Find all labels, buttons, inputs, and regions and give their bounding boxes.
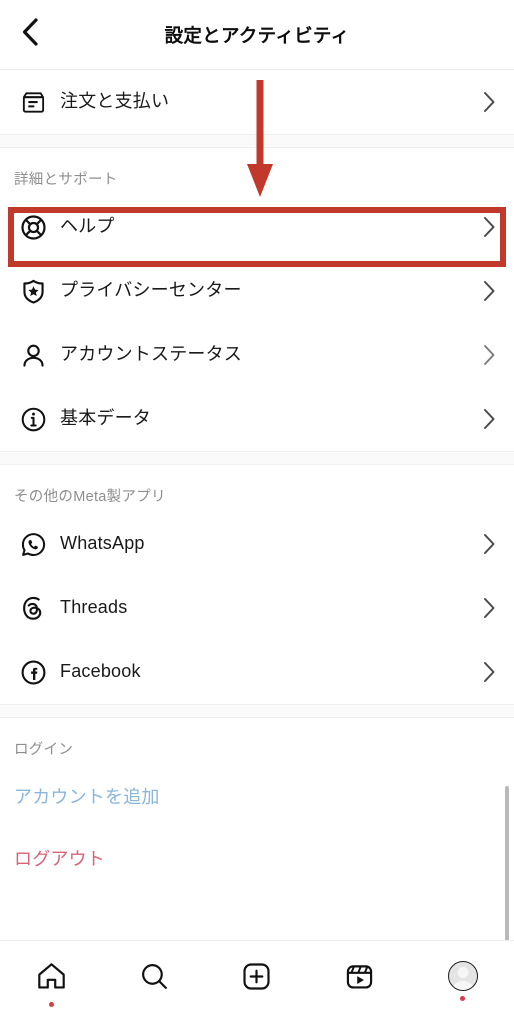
nav-item-search[interactable] (103, 961, 206, 1011)
chevron-right-icon (474, 280, 496, 302)
chevron-right-icon (474, 661, 496, 683)
section-divider-band (0, 134, 514, 148)
section-header-login: ログイン (14, 742, 74, 758)
nav-item-profile[interactable] (411, 961, 514, 1011)
section-header-support: 詳細とサポート (14, 172, 118, 188)
section-divider-band (0, 451, 514, 465)
chevron-right-icon (474, 597, 496, 619)
lifebuoy-icon (14, 214, 60, 241)
avatar-icon (447, 961, 478, 991)
nav-badge-dot (48, 1002, 54, 1007)
chevron-right-icon (474, 533, 496, 555)
settings-row-whatsapp[interactable]: WhatsApp (0, 512, 514, 576)
app-header: 設定とアクティビティ (0, 0, 514, 70)
settings-row-orders-payments[interactable]: 注文と支払い (0, 70, 514, 134)
add-account-button[interactable]: アカウントを追加 (0, 765, 514, 827)
back-button[interactable] (10, 15, 50, 55)
page-title: 設定とアクティビティ (164, 24, 350, 46)
settings-row-privacy-center[interactable]: プライバシーセンター (0, 259, 514, 323)
info-circle-icon (14, 406, 60, 433)
plus-square-icon (241, 961, 272, 997)
settings-row-label: アカウントステータス (60, 344, 242, 365)
nav-badge-dot (460, 996, 466, 1001)
section-divider-band (0, 704, 514, 718)
settings-row-label: 注文と支払い (60, 91, 170, 112)
settings-row-label: ヘルプ (60, 216, 115, 237)
threads-icon (14, 595, 60, 622)
chevron-left-icon (19, 17, 41, 52)
shield-star-icon (14, 278, 60, 305)
settings-row-label: プライバシーセンター (60, 280, 242, 301)
settings-screen: 設定とアクティビティ 注文と支払い 詳細とサポート ヘルプ プライバシーセンター… (0, 0, 514, 1024)
settings-row-facebook[interactable]: Facebook (0, 640, 514, 704)
bottom-navigation-bar (0, 940, 514, 1024)
vertical-scrollbar[interactable] (505, 786, 509, 956)
whatsapp-icon (14, 531, 60, 558)
section-header-meta-apps: その他のMeta製アプリ (14, 489, 166, 505)
chevron-right-icon (474, 216, 496, 238)
box-icon (14, 89, 60, 116)
settings-row-basic-data[interactable]: 基本データ (0, 387, 514, 451)
logout-button[interactable]: ログアウト (0, 827, 514, 889)
search-icon (139, 961, 170, 997)
home-icon (36, 961, 67, 997)
facebook-icon (14, 659, 60, 686)
settings-row-help[interactable]: ヘルプ (0, 195, 514, 259)
reels-icon (344, 961, 375, 997)
nav-item-create[interactable] (206, 961, 309, 1011)
settings-row-label: WhatsApp (60, 533, 145, 554)
chevron-right-icon (474, 344, 496, 366)
settings-row-label: Facebook (60, 661, 141, 682)
nav-item-reels[interactable] (308, 961, 411, 1011)
settings-row-account-status[interactable]: アカウントステータス (0, 323, 514, 387)
settings-row-threads[interactable]: Threads (0, 576, 514, 640)
settings-row-label: 基本データ (60, 408, 151, 429)
chevron-right-icon (474, 408, 496, 430)
nav-item-home[interactable] (0, 961, 103, 1011)
settings-row-label: Threads (60, 597, 128, 618)
person-icon (14, 342, 60, 369)
chevron-right-icon (474, 91, 496, 113)
settings-list: 注文と支払い 詳細とサポート ヘルプ プライバシーセンター アカウントステータス… (0, 70, 514, 889)
